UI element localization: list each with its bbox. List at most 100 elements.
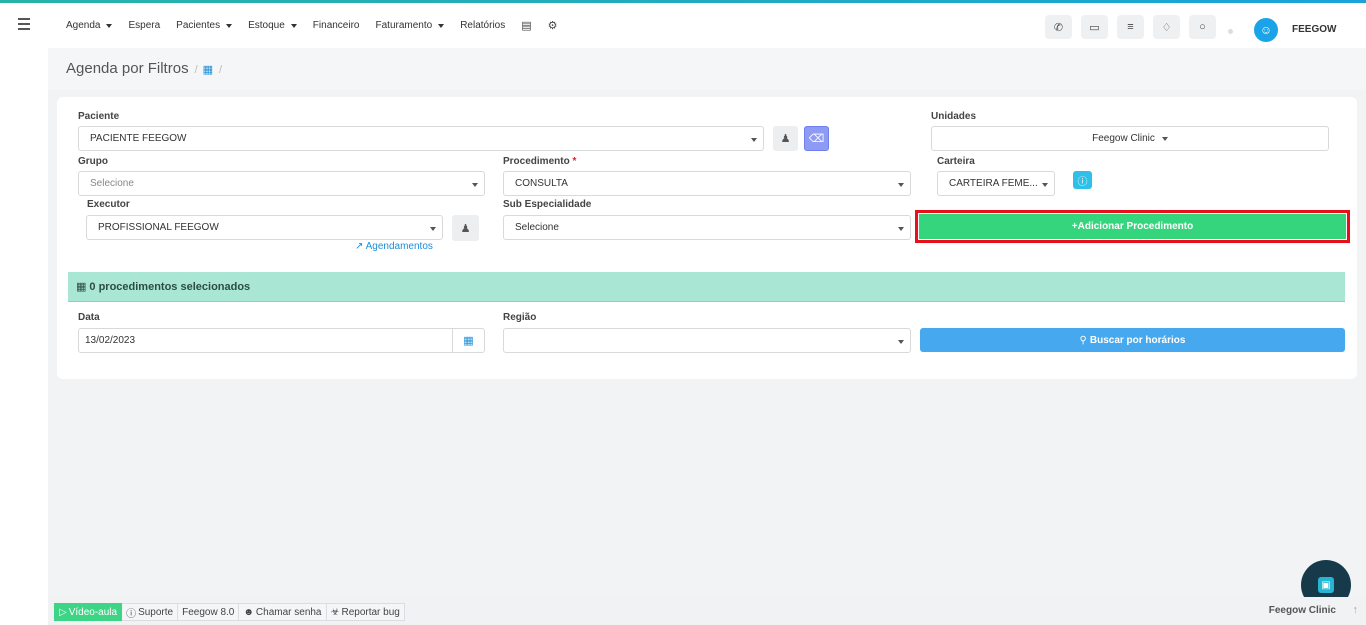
nav-pacientes-label: Pacientes [176,20,221,31]
filter-card: Paciente PACIENTE FEEGOW ♟ ⌫ Unidades Fe… [57,97,1357,379]
add-procedure-label: Adicionar Procedimento [1077,221,1194,232]
user-icon: ♟ [780,133,791,145]
grupo-label: Grupo [78,156,108,167]
date-input[interactable]: 13/02/2023 ▦ [78,328,485,353]
highlight-box: + Adicionar Procedimento [915,210,1350,243]
nav-estoque-label: Estoque [248,20,285,31]
nav-espera-label: Espera [128,20,161,31]
agendamentos-label: Agendamentos [365,241,433,252]
regiao-select[interactable] [503,328,911,353]
phone-icon[interactable]: ✆ [1045,15,1072,39]
help-icon: ⓘ [126,608,137,620]
required-marker: * [572,156,577,167]
avatar[interactable]: ☺ [1254,18,1278,42]
chat-widget-icon: ▣ [1318,577,1334,593]
executor-value: PROFISSIONAL FEEGOW [98,222,219,233]
clear-patient-button[interactable]: ⌫ [804,126,829,151]
procedimento-label-wrap: Procedimento * [503,156,576,167]
nav-faturamento-label: Faturamento [375,20,433,31]
page-title-wrap: Agenda por Filtros / ▦ / [66,60,222,77]
unidades-label: Unidades [931,111,977,122]
calendar-icon[interactable]: ▦ [452,329,484,352]
paciente-select[interactable]: PACIENTE FEEGOW [78,126,764,151]
chevron-down-icon [898,227,904,231]
bell-icon[interactable]: ♢ [1153,15,1180,39]
carteira-label: Carteira [937,156,975,167]
header-actions: ✆ ▭ ≡ ♢ ○ [1045,15,1216,39]
data-label: Data [78,312,100,323]
agendamentos-link[interactable]: ↗ Agendamentos [355,241,433,252]
support-label: Suporte [138,606,174,618]
report-bug-button[interactable]: ☣ Reportar bug [326,603,405,621]
carteira-value: CARTEIRA FEME... [949,178,1038,189]
support-button[interactable]: ⓘ Suporte [122,603,179,621]
video-label: Vídeo-aula [68,606,118,618]
subespecialidade-select[interactable]: Selecione [503,215,911,240]
procedimento-select[interactable]: CONSULTA [503,171,911,196]
add-procedure-button[interactable]: + Adicionar Procedimento [919,214,1346,239]
nav-financeiro-label: Financeiro [312,20,360,31]
grupo-placeholder: Selecione [90,178,134,189]
checklist-icon[interactable]: ≡ [1117,15,1144,39]
arrow-up-icon[interactable]: ↑ [1353,604,1359,616]
nav-estoque[interactable]: Estoque [240,19,305,32]
info-icon[interactable]: ⓘ [1073,171,1092,189]
main-nav: Agenda Espera Pacientes Estoque Financei… [58,19,566,32]
status-dot [1228,29,1233,34]
chevron-down-icon [898,183,904,187]
database-icon[interactable]: ▤ [513,19,539,32]
chevron-down-icon [472,183,478,187]
external-link-icon: ↗ [355,241,364,252]
date-value: 13/02/2023 [85,335,136,346]
doctor-icon: ♟ [460,222,471,235]
version-label: Feegow 8.0 [178,603,240,621]
chevron-down-icon [898,340,904,344]
video-icon: ▷ [59,606,67,618]
nav-faturamento[interactable]: Faturamento [368,19,453,32]
footer-brand: Feegow Clinic [1268,605,1336,616]
search-icon: ⚲ [1079,334,1087,346]
chevron-down-icon [1042,183,1048,187]
chevron-down-icon [751,138,757,142]
nav-relatorios[interactable]: Relatórios [452,19,513,32]
paciente-label: Paciente [78,111,120,122]
selected-procedures-bar: ▦ 0 procedimentos selecionados [68,272,1345,302]
executor-label: Executor [87,199,130,210]
page-title: Agenda por Filtros [66,60,189,77]
settings-icon[interactable]: ⚙ [540,19,566,32]
calendar-icon: ▦ [76,281,87,293]
nav-relatorios-label: Relatórios [460,20,506,31]
caret-down-icon [106,23,113,28]
nav-agenda[interactable]: Agenda [58,19,120,32]
calendar-icon[interactable]: ▦ [203,64,213,76]
breadcrumb-separator: / [194,64,198,76]
nav-agenda-label: Agenda [66,20,101,31]
unidades-select[interactable]: Feegow Clinic [931,126,1329,151]
nav-pacientes[interactable]: Pacientes [168,19,240,32]
patient-profile-button[interactable]: ♟ [773,126,798,151]
caret-down-icon [290,23,297,28]
username[interactable]: FEEGOW [1292,24,1336,35]
caret-down-icon [438,23,445,28]
video-lesson-button[interactable]: ▷ Vídeo-aula [54,603,123,621]
executor-profile-button[interactable]: ♟ [452,215,479,241]
nav-financeiro[interactable]: Financeiro [305,19,368,32]
call-ticket-button[interactable]: ☻ Chamar senha [239,603,327,621]
breadcrumb-separator: / [219,64,223,76]
menu-icon[interactable] [18,18,30,33]
grupo-select[interactable]: Selecione [78,171,485,196]
paciente-value: PACIENTE FEEGOW [90,133,187,144]
chevron-down-icon [430,227,436,231]
carteira-select[interactable]: CARTEIRA FEME... [937,171,1055,196]
inbox-icon[interactable]: ▭ [1081,15,1108,39]
nav-espera[interactable]: Espera [120,19,168,32]
users-icon: ☻ [243,606,254,618]
search-schedule-label: Buscar por horários [1089,334,1186,346]
chat-icon[interactable]: ○ [1189,15,1216,39]
procedimento-label: Procedimento [503,156,570,167]
report-bug-label: Reportar bug [341,606,400,618]
footer-links: ▷ Vídeo-aula ⓘ Suporte Feegow 8.0 ☻ Chamar … [54,603,405,621]
caret-down-icon [1161,136,1168,141]
executor-select[interactable]: PROFISSIONAL FEEGOW [86,215,443,240]
search-schedule-button[interactable]: ⚲ Buscar por horários [920,328,1345,352]
